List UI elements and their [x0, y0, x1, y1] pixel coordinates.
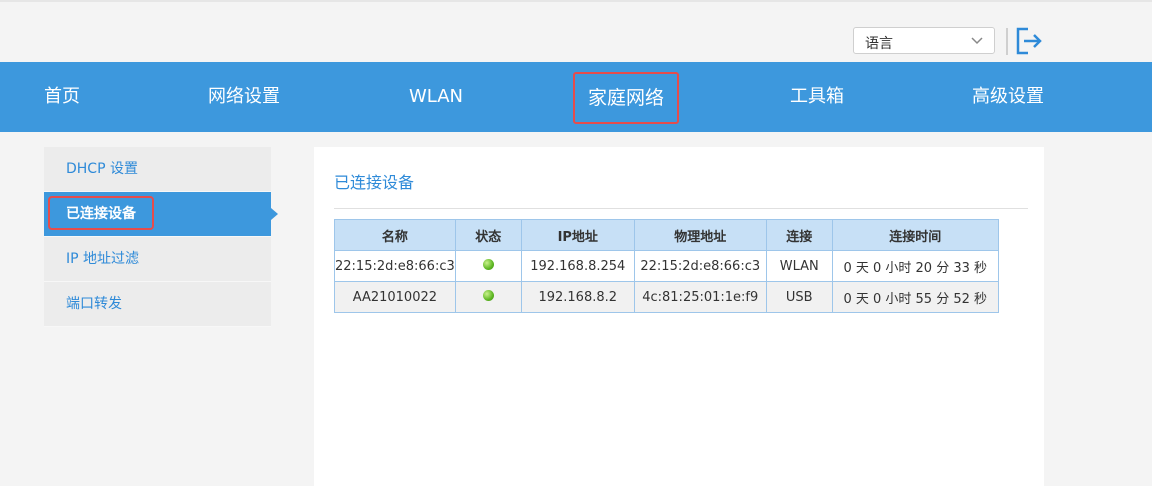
nav-home[interactable]: 首页 [44, 62, 80, 132]
device-mac: 4c:81:25:01:1e:f9 [633, 281, 767, 313]
device-name: AA21010022 [334, 281, 456, 313]
device-name: 22:15:2d:e8:66:c3 [334, 250, 456, 282]
table-row: 22:15:2d:e8:66:c3 192.168.8.254 22:15:2d… [334, 250, 999, 282]
device-ip: 192.168.8.2 [520, 281, 635, 313]
device-connection-time: 0 天 0 小时 20 分 33 秒 [831, 250, 999, 282]
nav-network-settings[interactable]: 网络设置 [208, 62, 280, 132]
sidebar-item-port-forwarding[interactable]: 端口转发 [44, 282, 271, 327]
device-ip: 192.168.8.254 [520, 250, 635, 282]
device-connection: USB [765, 281, 833, 313]
status-online-icon [482, 289, 494, 301]
column-header-connection-time: 连接时间 [831, 219, 999, 251]
device-connection-time: 0 天 0 小时 55 分 52 秒 [831, 281, 999, 313]
active-arrow-icon [271, 208, 278, 220]
nav-toolbox[interactable]: 工具箱 [790, 62, 844, 132]
table-row: AA21010022 192.168.8.2 4c:81:25:01:1e:f9… [334, 281, 999, 313]
sidebar-item-label: IP 地址过滤 [66, 251, 140, 267]
divider [334, 208, 1028, 209]
sidebar: DHCP 设置 已连接设备 IP 地址过滤 端口转发 [44, 147, 278, 327]
sidebar-item-ip-filter[interactable]: IP 地址过滤 [44, 237, 271, 282]
top-border [0, 0, 1152, 2]
sidebar-item-label: DHCP 设置 [66, 161, 138, 177]
page-title: 已连接设备 [334, 173, 415, 192]
main-nav: 首页 网络设置 WLAN 家庭网络 工具箱 高级设置 [0, 62, 1152, 132]
language-select-label: 语言 [865, 36, 893, 52]
nav-home-network[interactable]: 家庭网络 [573, 72, 680, 124]
sidebar-item-dhcp[interactable]: DHCP 设置 [44, 147, 271, 192]
device-status [454, 250, 522, 282]
sidebar-item-connected-devices[interactable]: 已连接设备 [44, 192, 278, 237]
column-header-status: 状态 [454, 219, 522, 251]
chevron-down-icon [970, 32, 984, 54]
header-separator [1006, 28, 1008, 55]
device-connection: WLAN [765, 250, 833, 282]
device-status [454, 281, 522, 313]
column-header-ip: IP地址 [520, 219, 635, 251]
nav-wlan[interactable]: WLAN [409, 62, 463, 132]
column-header-mac: 物理地址 [633, 219, 767, 251]
nav-advanced-settings[interactable]: 高级设置 [972, 62, 1044, 132]
sidebar-item-label: 端口转发 [66, 296, 122, 312]
highlight-box [48, 196, 154, 230]
content-panel: 已连接设备 名称 状态 IP地址 物理地址 连接 连接时间 22:15:2d:e… [314, 147, 1044, 486]
status-online-icon [482, 258, 494, 270]
language-select[interactable]: 语言 [853, 27, 995, 54]
connected-devices-table: 名称 状态 IP地址 物理地址 连接 连接时间 22:15:2d:e8:66:c… [334, 219, 999, 313]
device-mac: 22:15:2d:e8:66:c3 [633, 250, 767, 282]
logout-icon[interactable] [1015, 26, 1043, 56]
column-header-name: 名称 [334, 219, 456, 251]
column-header-connection: 连接 [765, 219, 833, 251]
